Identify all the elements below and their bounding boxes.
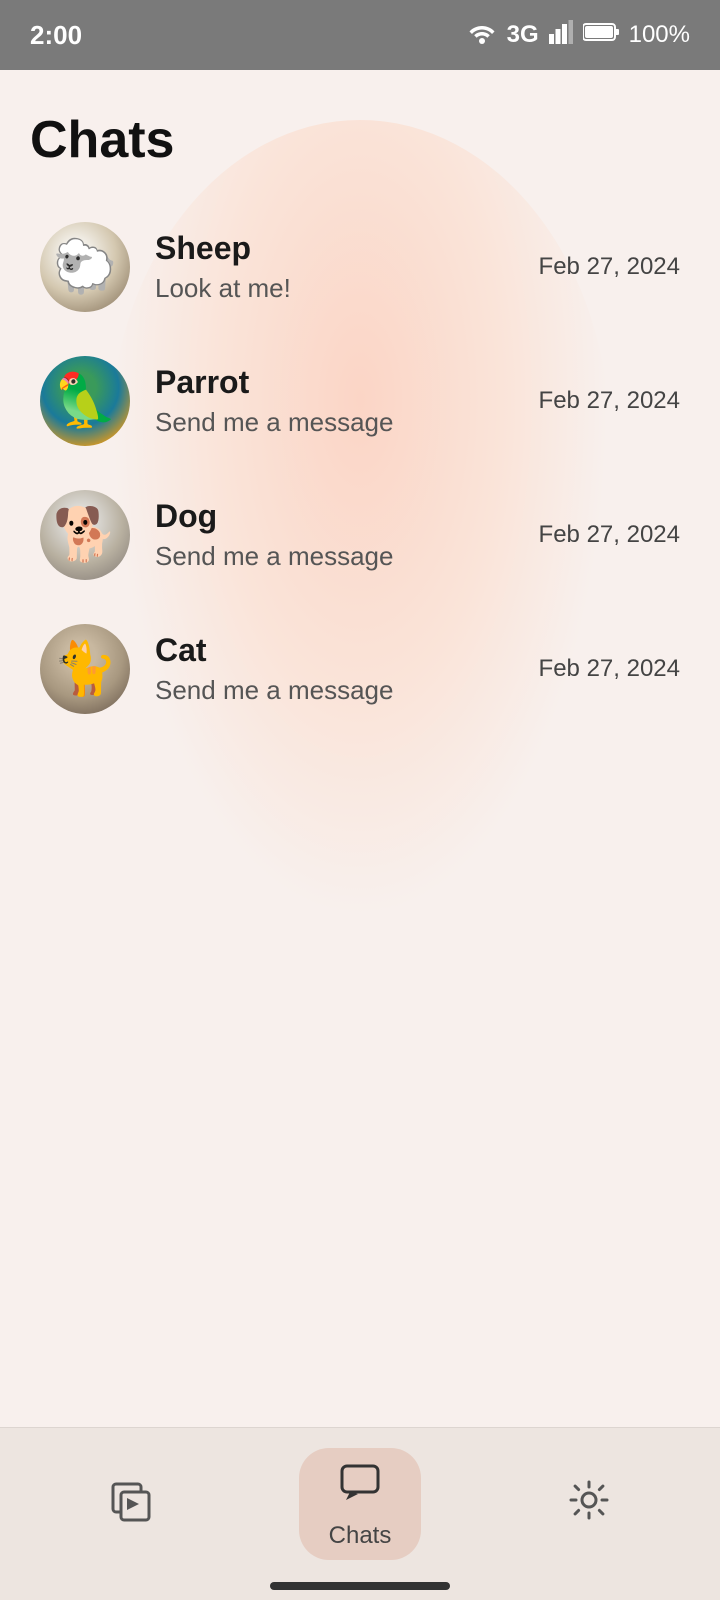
- chat-item-cat[interactable]: 🐈 Cat Send me a message Feb 27, 2024: [30, 602, 690, 736]
- status-right-icons: 3G 100%: [467, 20, 690, 50]
- chat-name-cat: Cat: [155, 632, 539, 669]
- settings-icon: [565, 1476, 613, 1532]
- main-content: Chats 🐑 Sheep Look at me! Feb 27, 2024 🦜…: [0, 70, 720, 756]
- chat-preview-cat: Send me a message: [155, 675, 539, 706]
- chat-name-dog: Dog: [155, 498, 539, 535]
- chat-info-dog: Dog Send me a message: [155, 498, 539, 572]
- chat-preview-parrot: Send me a message: [155, 407, 539, 438]
- bottom-nav: Chats: [0, 1427, 720, 1600]
- chat-preview-dog: Send me a message: [155, 541, 539, 572]
- chat-date-dog: Feb 27, 2024: [539, 521, 680, 549]
- chat-preview-sheep: Look at me!: [155, 273, 539, 304]
- chat-icon: [336, 1458, 384, 1514]
- home-indicator: [270, 1582, 450, 1590]
- chat-list: 🐑 Sheep Look at me! Feb 27, 2024 🦜 Parro…: [30, 200, 690, 736]
- chat-item-dog[interactable]: 🐕 Dog Send me a message Feb 27, 2024: [30, 468, 690, 602]
- chat-info-cat: Cat Send me a message: [155, 632, 539, 706]
- status-time: 2:00: [30, 20, 82, 51]
- nav-item-media[interactable]: [77, 1466, 185, 1542]
- signal-icon: [549, 20, 573, 50]
- media-icon: [107, 1476, 155, 1532]
- wifi-icon: [467, 20, 497, 50]
- nav-chats-label: Chats: [329, 1522, 392, 1550]
- chat-info-sheep: Sheep Look at me!: [155, 230, 539, 304]
- avatar-sheep: 🐑: [40, 222, 130, 312]
- network-label: 3G: [507, 21, 539, 49]
- avatar-dog: 🐕: [40, 490, 130, 580]
- page-title: Chats: [30, 110, 690, 170]
- chat-name-sheep: Sheep: [155, 230, 539, 267]
- chat-date-cat: Feb 27, 2024: [539, 655, 680, 683]
- chat-date-sheep: Feb 27, 2024: [539, 253, 680, 281]
- chat-name-parrot: Parrot: [155, 364, 539, 401]
- avatar-parrot: 🦜: [40, 356, 130, 446]
- avatar-cat: 🐈: [40, 624, 130, 714]
- battery-icon: [583, 22, 619, 48]
- chat-item-parrot[interactable]: 🦜 Parrot Send me a message Feb 27, 2024: [30, 334, 690, 468]
- battery-percent: 100%: [629, 21, 690, 49]
- chat-info-parrot: Parrot Send me a message: [155, 364, 539, 438]
- chat-date-parrot: Feb 27, 2024: [539, 387, 680, 415]
- nav-item-settings[interactable]: [535, 1466, 643, 1542]
- nav-item-chats[interactable]: Chats: [299, 1448, 422, 1560]
- chat-item-sheep[interactable]: 🐑 Sheep Look at me! Feb 27, 2024: [30, 200, 690, 334]
- status-bar: 2:00 3G 100%: [0, 0, 720, 70]
